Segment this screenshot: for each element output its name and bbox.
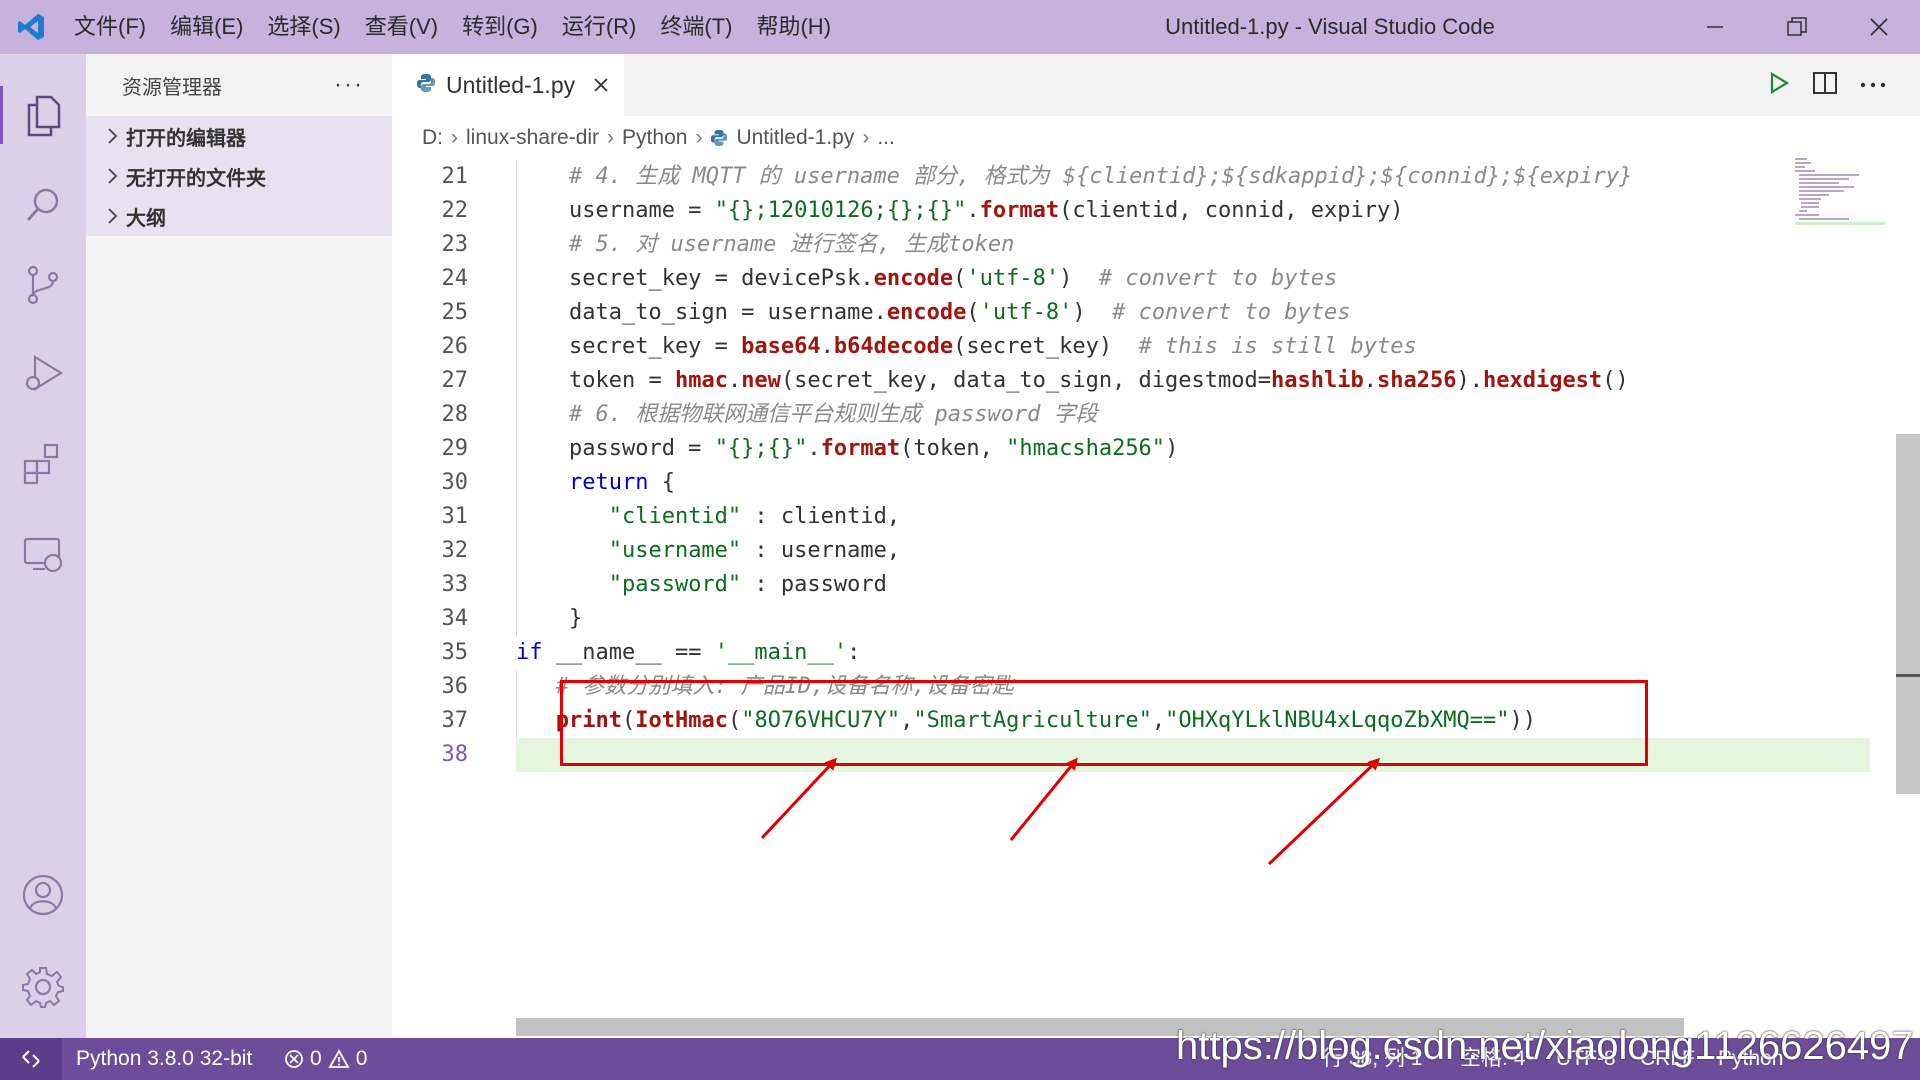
remote-indicator-button[interactable] [0,1038,62,1080]
warning-count: 0 [355,1047,368,1070]
python-interpreter[interactable]: Python 3.8.0 32-bit [76,1038,252,1080]
problems-indicator[interactable]: 0 0 [284,1038,367,1080]
vertical-scrollbar[interactable] [1896,434,1920,794]
warning-icon [328,1049,350,1068]
scrollbar-cursor-marker [1896,674,1920,677]
annotation-arrows [760,757,1381,866]
watermark: https://blog.csdn.net/xiaolong1126626497 [1176,1024,1914,1068]
arrow-device-name [1009,757,1078,841]
arrow-product-id [760,757,838,840]
error-count: 0 [310,1047,322,1070]
arrow-device-secret [1267,757,1381,866]
remote-icon [22,1050,40,1068]
error-icon [285,1050,303,1068]
